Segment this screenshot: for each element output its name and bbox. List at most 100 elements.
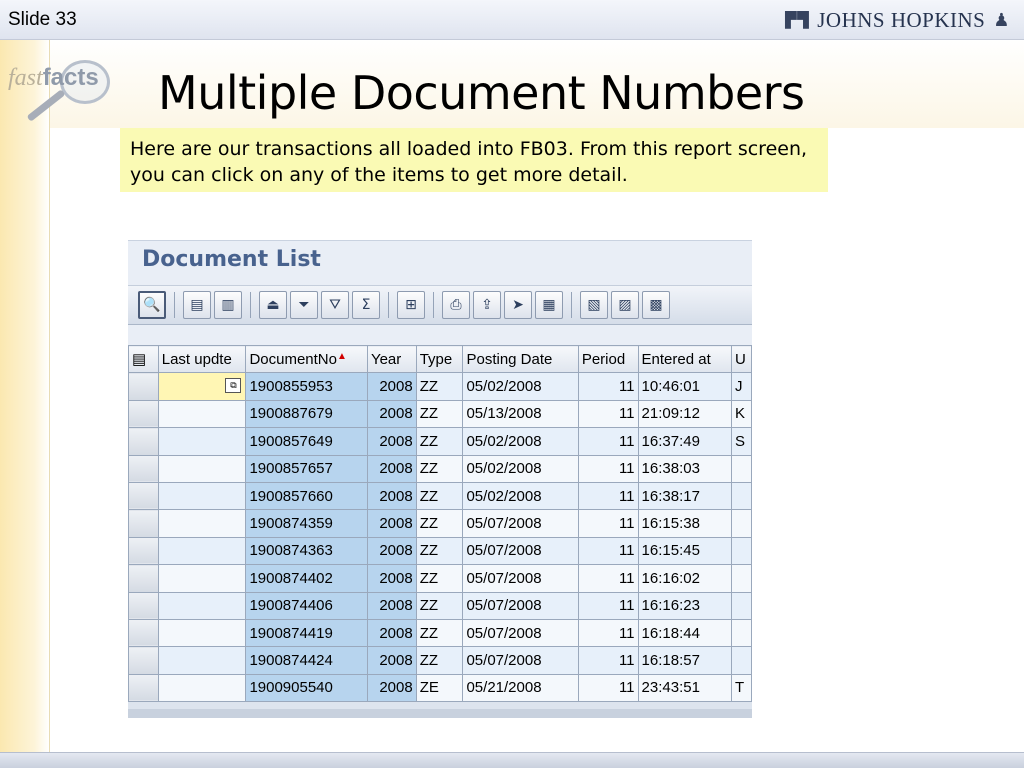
column-header-type[interactable]: Type — [415, 344, 464, 374]
cell-type[interactable]: ZZ — [415, 481, 464, 511]
cell-posting-date[interactable]: 05/07/2008 — [462, 618, 579, 648]
row-selector-button[interactable] — [128, 454, 159, 483]
cell-type[interactable]: ZZ — [415, 372, 464, 401]
table-row[interactable]: 1900874424 2008 ZZ 05/07/2008 11 16:18:57 — [128, 646, 752, 675]
column-header-u[interactable]: U — [731, 344, 752, 374]
cell-u[interactable] — [731, 454, 752, 483]
cell-entered-at[interactable]: 16:15:38 — [637, 509, 733, 538]
cell-last-update[interactable]: ⧉ — [157, 372, 247, 401]
cell-last-update[interactable] — [157, 646, 247, 675]
cell-period[interactable]: 11 — [577, 427, 639, 456]
cell-year[interactable]: 2008 — [366, 399, 417, 429]
cell-entered-at[interactable]: 10:46:01 — [637, 372, 733, 401]
table-row[interactable]: 1900874363 2008 ZZ 05/07/2008 11 16:15:45 — [128, 536, 752, 566]
cell-entered-at[interactable]: 16:38:03 — [637, 454, 733, 483]
cell-u[interactable] — [731, 646, 752, 675]
cell-last-update[interactable] — [157, 591, 247, 620]
cell-last-update[interactable] — [157, 399, 247, 429]
print-button[interactable]: ⎙ — [442, 291, 470, 319]
cell-year[interactable]: 2008 — [366, 564, 417, 593]
column-header-posting-date[interactable]: Posting Date — [462, 344, 579, 374]
cell-posting-date[interactable]: 05/02/2008 — [462, 427, 579, 456]
cell-year[interactable]: 2008 — [366, 536, 417, 566]
cell-year[interactable]: 2008 — [366, 372, 417, 401]
cell-year[interactable]: 2008 — [366, 509, 417, 538]
cell-document-no[interactable]: 1900874402 — [245, 564, 368, 593]
table-row[interactable]: 1900857657 2008 ZZ 05/02/2008 11 16:38:03 — [128, 454, 752, 483]
cell-period[interactable]: 11 — [577, 481, 639, 511]
cell-entered-at[interactable]: 16:18:44 — [637, 618, 733, 648]
cell-entered-at[interactable]: 16:16:02 — [637, 564, 733, 593]
cell-period[interactable]: 11 — [577, 564, 639, 593]
cell-year[interactable]: 2008 — [366, 427, 417, 456]
row-selector-button[interactable] — [128, 646, 159, 675]
cell-u[interactable] — [731, 536, 752, 566]
column-header-last-update[interactable]: Last updte — [157, 344, 247, 374]
cell-type[interactable]: ZZ — [415, 646, 464, 675]
row-selector-button[interactable] — [128, 673, 159, 703]
table-row[interactable]: 1900874419 2008 ZZ 05/07/2008 11 16:18:44 — [128, 618, 752, 648]
row-selector-button[interactable] — [128, 536, 159, 566]
table-row[interactable]: 1900874402 2008 ZZ 05/07/2008 11 16:16:02 — [128, 564, 752, 593]
cell-year[interactable]: 2008 — [366, 673, 417, 703]
layout-change-button[interactable]: ▧ — [580, 291, 608, 319]
cell-document-no[interactable]: 1900874359 — [245, 509, 368, 538]
cell-posting-date[interactable]: 05/13/2008 — [462, 399, 579, 429]
cell-year[interactable]: 2008 — [366, 618, 417, 648]
cell-period[interactable]: 11 — [577, 399, 639, 429]
select-all-rows-button[interactable]: ▤ — [128, 344, 159, 374]
cell-document-no[interactable]: 1900857649 — [245, 427, 368, 456]
cell-u[interactable] — [731, 564, 752, 593]
cell-document-no[interactable]: 1900874419 — [245, 618, 368, 648]
cell-document-no[interactable]: 1900855953 — [245, 372, 368, 401]
cell-posting-date[interactable]: 05/07/2008 — [462, 591, 579, 620]
column-header-entered-at[interactable]: Entered at — [637, 344, 733, 374]
cell-type[interactable]: ZZ — [415, 618, 464, 648]
cell-u[interactable] — [731, 591, 752, 620]
cell-document-no[interactable]: 1900857660 — [245, 481, 368, 511]
cell-last-update[interactable] — [157, 673, 247, 703]
cell-entered-at[interactable]: 23:43:51 — [637, 673, 733, 703]
table-row[interactable]: 1900874359 2008 ZZ 05/07/2008 11 16:15:38 — [128, 509, 752, 538]
cell-u[interactable]: T — [731, 673, 752, 703]
cell-year[interactable]: 2008 — [366, 454, 417, 483]
cell-last-update[interactable] — [157, 509, 247, 538]
cell-posting-date[interactable]: 05/07/2008 — [462, 509, 579, 538]
cell-last-update[interactable] — [157, 454, 247, 483]
details-button[interactable]: 🔍 — [138, 291, 166, 319]
cell-period[interactable]: 11 — [577, 591, 639, 620]
deselect-all-button[interactable]: ▥ — [214, 291, 242, 319]
filter-button[interactable]: ⛛ — [321, 291, 349, 319]
row-selector-button[interactable] — [128, 509, 159, 538]
cell-entered-at[interactable]: 16:16:23 — [637, 591, 733, 620]
cell-year[interactable]: 2008 — [366, 646, 417, 675]
cell-entered-at[interactable]: 16:37:49 — [637, 427, 733, 456]
cell-entered-at[interactable]: 21:09:12 — [637, 399, 733, 429]
value-help-icon[interactable]: ⧉ — [225, 378, 242, 394]
cell-type[interactable]: ZZ — [415, 591, 464, 620]
cell-posting-date[interactable]: 05/02/2008 — [462, 454, 579, 483]
cell-entered-at[interactable]: 16:38:17 — [637, 481, 733, 511]
cell-posting-date[interactable]: 05/02/2008 — [462, 372, 579, 401]
row-selector-button[interactable] — [128, 564, 159, 593]
cell-document-no[interactable]: 1900857657 — [245, 454, 368, 483]
cell-document-no[interactable]: 1900874424 — [245, 646, 368, 675]
sort-descending-button[interactable]: ⏷ — [290, 291, 318, 319]
select-all-button[interactable]: ▤ — [183, 291, 211, 319]
cell-period[interactable]: 11 — [577, 673, 639, 703]
cell-entered-at[interactable]: 16:15:45 — [637, 536, 733, 566]
cell-type[interactable]: ZZ — [415, 536, 464, 566]
cell-posting-date[interactable]: 05/02/2008 — [462, 481, 579, 511]
cell-u[interactable] — [731, 481, 752, 511]
cell-last-update[interactable] — [157, 564, 247, 593]
table-row[interactable]: ⧉ 1900855953 2008 ZZ 05/02/2008 11 10:46:01 J — [128, 372, 752, 401]
cell-type[interactable]: ZZ — [415, 564, 464, 593]
cell-u[interactable]: K — [731, 399, 752, 429]
cell-document-no[interactable]: 1900874363 — [245, 536, 368, 566]
row-selector-button[interactable] — [128, 399, 159, 429]
cell-posting-date[interactable]: 05/07/2008 — [462, 646, 579, 675]
table-row[interactable]: 1900857649 2008 ZZ 05/02/2008 11 16:37:49 S — [128, 427, 752, 456]
cell-period[interactable]: 11 — [577, 618, 639, 648]
row-selector-button[interactable] — [128, 591, 159, 620]
cell-posting-date[interactable]: 05/21/2008 — [462, 673, 579, 703]
